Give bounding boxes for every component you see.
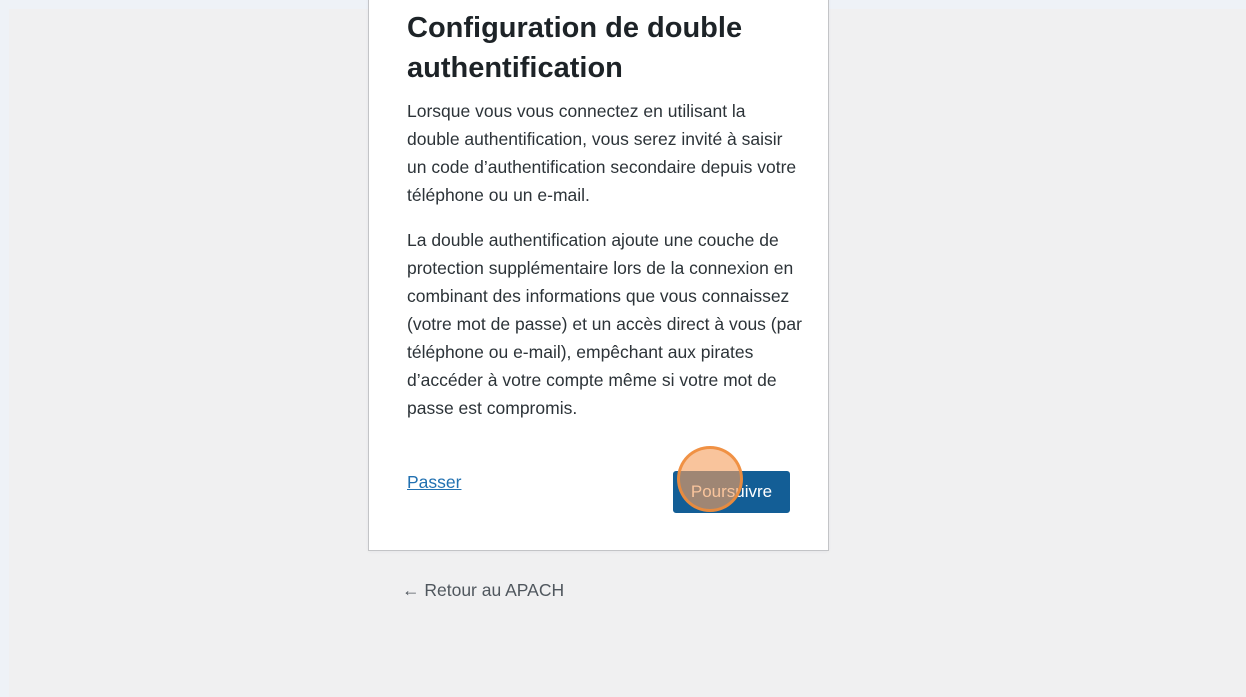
page-background: Configuration de double authentification…	[9, 0, 1246, 697]
description-paragraph: La double authentification ajoute une co…	[407, 230, 802, 418]
two-factor-setup-card: Configuration de double authentification…	[368, 0, 829, 551]
continue-button[interactable]: Poursuivre	[673, 471, 790, 513]
intro-paragraph: Lorsque vous vous connectez en utilisant…	[407, 101, 797, 205]
skip-link[interactable]: Passer	[407, 470, 461, 494]
back-to-site-link[interactable]: ← Retour au APACH	[402, 578, 564, 602]
page-title: Configuration de double authentification	[407, 12, 743, 84]
